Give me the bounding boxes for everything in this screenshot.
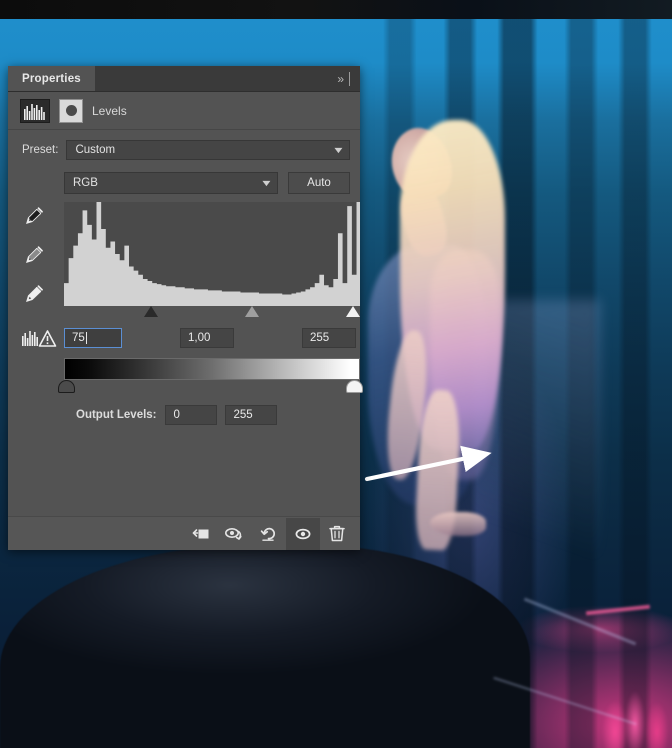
chevron-down-icon: ▼ <box>260 178 273 188</box>
input-midtone-field[interactable]: 1,00 <box>180 328 234 348</box>
panel-tab-bar: Properties » <box>8 66 360 92</box>
tab-bar-spacer <box>95 66 337 91</box>
input-levels-slider-track[interactable] <box>64 306 360 320</box>
delete-adjustment-button[interactable] <box>320 518 354 550</box>
reset-arrow-icon <box>259 525 279 543</box>
set-gray-point-eyedropper[interactable] <box>24 243 46 268</box>
input-shadow-slider-handle[interactable] <box>144 306 158 317</box>
output-levels-slider-area <box>8 354 360 400</box>
histogram-plot <box>64 202 360 306</box>
mask-dot <box>66 105 77 116</box>
input-shadow-value: 75 <box>72 332 85 344</box>
output-max-value: 255 <box>234 409 253 421</box>
preset-row: Preset: Custom ▼ <box>8 130 360 168</box>
panel-tab-bar-controls: » <box>337 66 360 91</box>
tab-properties[interactable]: Properties <box>8 66 95 91</box>
eyedropper-group <box>24 204 46 307</box>
trash-icon <box>328 524 346 543</box>
properties-panel: Properties » <box>8 66 360 550</box>
clip-to-layer-button[interactable] <box>184 518 218 550</box>
panel-menu-icon[interactable] <box>349 72 350 86</box>
output-min-slider-handle[interactable] <box>58 380 75 393</box>
output-levels-label: Output Levels: <box>76 409 157 421</box>
toggle-layer-visibility-button[interactable] <box>286 518 320 550</box>
preset-select[interactable]: Custom ▼ <box>66 140 350 160</box>
layer-mask-thumbnail-icon[interactable] <box>59 99 83 123</box>
double-chevron-right-icon[interactable]: » <box>337 72 342 86</box>
channel-value: RGB <box>73 177 98 189</box>
toggle-previous-state-button[interactable] <box>218 518 252 550</box>
adjustment-title: Levels <box>92 104 127 118</box>
output-min-field[interactable]: 0 <box>165 405 217 425</box>
output-max-field[interactable]: 255 <box>225 405 277 425</box>
panel-footer-toolbar <box>8 516 360 550</box>
levels-histogram-chart[interactable] <box>64 202 360 306</box>
eye-arrow-icon <box>224 525 246 543</box>
adjustment-header: Levels <box>8 92 360 130</box>
output-levels-row: Output Levels: 0 255 <box>8 400 360 428</box>
preset-label: Preset: <box>22 144 58 156</box>
text-caret <box>86 332 87 344</box>
pointer-arrow-annotation <box>355 440 495 500</box>
auto-button[interactable]: Auto <box>288 172 350 194</box>
output-gradient-bar <box>64 358 360 380</box>
eye-icon <box>293 525 313 543</box>
output-min-value: 0 <box>174 409 180 421</box>
input-midtone-slider-handle[interactable] <box>245 306 259 317</box>
channel-row: RGB ▼ Auto <box>8 168 360 200</box>
clip-to-layer-icon <box>191 525 211 543</box>
input-highlight-field[interactable]: 255 <box>302 328 356 348</box>
input-highlight-value: 255 <box>310 332 329 344</box>
set-black-point-eyedropper[interactable] <box>24 204 46 229</box>
preset-value: Custom <box>75 144 115 156</box>
background-top-strip <box>0 0 672 19</box>
input-midtone-value: 1,00 <box>188 332 210 344</box>
reset-adjustment-button[interactable] <box>252 518 286 550</box>
screenshot-root: Properties » <box>0 0 672 748</box>
tab-properties-label: Properties <box>22 73 81 85</box>
output-max-slider-handle[interactable] <box>346 380 363 393</box>
set-white-point-eyedropper[interactable] <box>24 282 46 307</box>
auto-button-label: Auto <box>307 177 331 189</box>
input-highlight-slider-handle[interactable] <box>346 306 360 317</box>
histogram-area <box>8 200 360 322</box>
input-levels-fields-row: 75 1,00 255 <box>8 322 360 354</box>
channel-select[interactable]: RGB ▼ <box>64 172 278 194</box>
background-lotus-flower <box>595 672 672 748</box>
input-shadow-field[interactable]: 75 <box>64 328 122 348</box>
output-levels-slider-track[interactable] <box>64 380 360 394</box>
chevron-down-icon: ▼ <box>332 145 345 155</box>
levels-histogram-thumbnail-icon[interactable] <box>20 99 50 123</box>
histogram-cache-warning-icon[interactable] <box>22 328 62 351</box>
